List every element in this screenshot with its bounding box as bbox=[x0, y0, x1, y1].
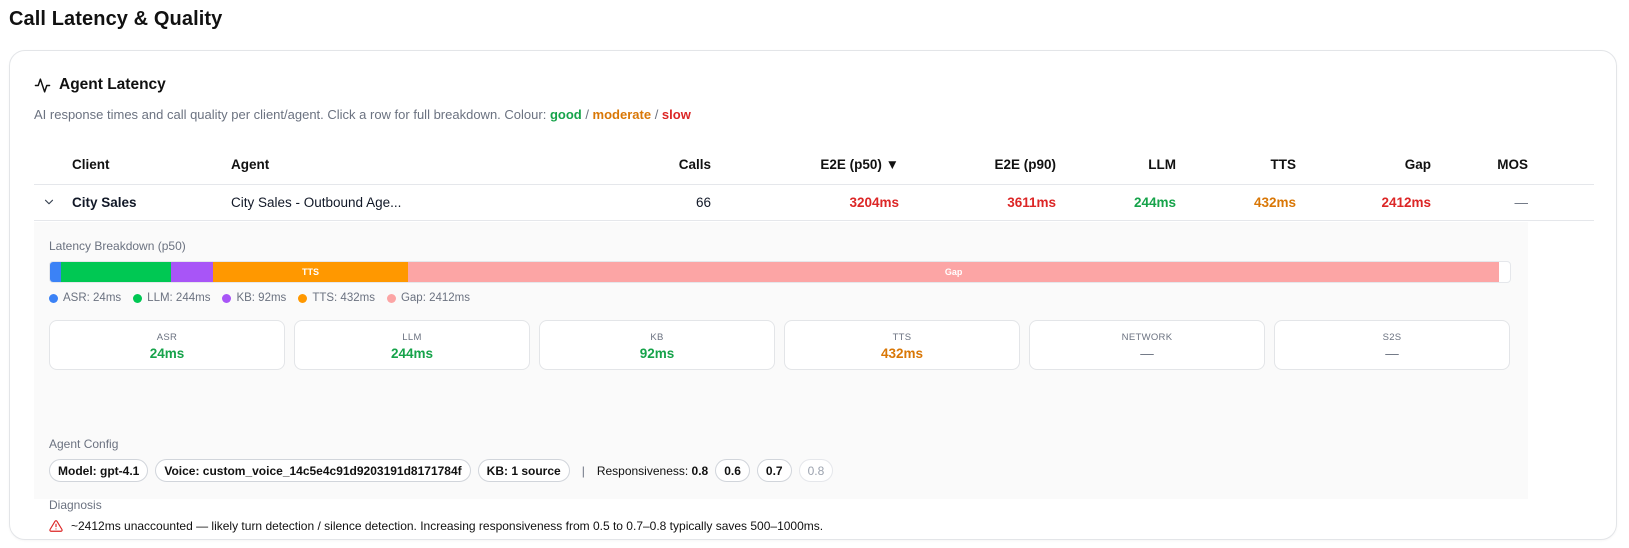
legend-dot bbox=[222, 293, 232, 303]
model-chip: Model: gpt-4.1 bbox=[49, 459, 149, 482]
tile-label: KB bbox=[650, 332, 664, 343]
cell-e2e-p50: 3204ms bbox=[849, 195, 899, 210]
responsiveness-text: Responsiveness: bbox=[596, 463, 689, 478]
activity-icon bbox=[34, 77, 51, 93]
legend-good: good bbox=[549, 107, 582, 122]
tile-label: S2S bbox=[1382, 332, 1402, 343]
legend-item: Gap: 2412ms bbox=[386, 292, 470, 304]
latency-breakdown-bar: TTS Gap bbox=[49, 261, 1511, 283]
col-e2e-p90[interactable]: E2E (p90) bbox=[994, 157, 1056, 172]
bar-segment-asr bbox=[50, 262, 61, 282]
cell-llm: 244ms bbox=[1133, 195, 1176, 210]
tile-label: TTS bbox=[892, 332, 912, 343]
legend-dot bbox=[133, 293, 143, 303]
legend-text: TTS: 432ms bbox=[312, 292, 375, 304]
metric-tile-llm: LLM 244ms bbox=[294, 320, 530, 370]
row-detail-panel: Latency Breakdown (p50) TTS Gap ASR: 24ms… bbox=[34, 222, 1528, 533]
legend-item: KB: 92ms bbox=[222, 292, 286, 304]
responsiveness-option-0-6[interactable]: 0.6 bbox=[715, 459, 750, 482]
legend-item: TTS: 432ms bbox=[298, 292, 375, 304]
legend-text: KB: 92ms bbox=[236, 292, 287, 304]
tile-value: 24ms bbox=[149, 346, 185, 361]
col-e2e-p50[interactable]: E2E (p50) ▼ bbox=[820, 157, 899, 172]
voice-chip: Voice: custom_voice_14c5e4c91d9203191d81… bbox=[155, 459, 471, 482]
card-description: AI response times and call quality per c… bbox=[34, 107, 691, 122]
legend-text: LLM: 244ms bbox=[147, 292, 211, 304]
col-client[interactable]: Client bbox=[72, 157, 110, 172]
cell-agent: City Sales - Outbound Age... bbox=[231, 195, 402, 210]
component-tiles: ASR 24ms LLM 244ms KB 92ms TTS 432ms NETWORK — S2S… bbox=[49, 320, 1510, 370]
legend-dot bbox=[298, 293, 308, 303]
cell-mos: — bbox=[1514, 195, 1529, 210]
bar-segment-gap: Gap bbox=[408, 262, 1500, 282]
tile-label: LLM bbox=[402, 332, 422, 343]
bar-segment-llm bbox=[60, 262, 172, 282]
table-header: Client Agent Calls E2E (p50) ▼ E2E (p90)… bbox=[34, 145, 1594, 185]
legend-slash: / bbox=[651, 107, 662, 122]
diagnosis-text: ~2412ms unaccounted — likely turn detect… bbox=[71, 519, 824, 533]
legend-text: Gap: 2412ms bbox=[400, 292, 470, 304]
tile-label: ASR bbox=[156, 332, 178, 343]
legend-dot bbox=[386, 293, 396, 303]
cell-client: City Sales bbox=[72, 195, 137, 210]
config-title: Agent Config bbox=[49, 437, 119, 451]
bar-segment-kb bbox=[171, 262, 213, 282]
warning-icon bbox=[49, 520, 63, 532]
tile-value: 92ms bbox=[639, 346, 675, 361]
tile-value: 432ms bbox=[880, 346, 924, 361]
tile-value: 244ms bbox=[390, 346, 434, 361]
card-header: Agent Latency bbox=[34, 76, 166, 94]
legend-item: LLM: 244ms bbox=[133, 292, 210, 304]
col-llm[interactable]: LLM bbox=[1148, 157, 1176, 172]
breakdown-legend: ASR: 24ms LLM: 244ms KB: 92ms TTS: 432ms Gap… bbox=[49, 292, 470, 304]
chevron-down-icon[interactable] bbox=[42, 195, 56, 209]
kb-chip: KB: 1 source bbox=[477, 459, 570, 482]
col-mos[interactable]: MOS bbox=[1497, 157, 1528, 172]
card-title: Agent Latency bbox=[59, 76, 166, 93]
legend-slash: / bbox=[581, 107, 593, 122]
responsiveness-label: Responsiveness: 0.8 bbox=[597, 464, 708, 478]
col-tts[interactable]: TTS bbox=[1271, 157, 1297, 172]
metric-tile-kb: KB 92ms bbox=[539, 320, 775, 370]
responsiveness-value: 0.8 bbox=[691, 463, 709, 478]
tile-value: — bbox=[1140, 346, 1154, 361]
responsiveness-option-0-7[interactable]: 0.7 bbox=[756, 459, 792, 482]
legend-text: ASR: 24ms bbox=[63, 292, 122, 304]
diagnosis-message: ~2412ms unaccounted — likely turn detect… bbox=[49, 519, 823, 533]
cell-tts: 432ms bbox=[1253, 195, 1296, 210]
table-row[interactable]: City Sales City Sales - Outbound Age... … bbox=[34, 185, 1594, 221]
legend-slow: slow bbox=[661, 107, 691, 122]
col-gap[interactable]: Gap bbox=[1405, 157, 1431, 172]
config-chips: Model: gpt-4.1 Voice: custom_voice_14c5e… bbox=[49, 459, 834, 482]
bar-segment-tts: TTS bbox=[212, 262, 409, 282]
cell-gap: 2412ms bbox=[1381, 195, 1431, 210]
cell-calls: 66 bbox=[695, 195, 711, 210]
diagnosis-title: Diagnosis bbox=[49, 498, 102, 512]
legend-dot bbox=[49, 293, 58, 303]
tile-value: — bbox=[1385, 346, 1399, 361]
breakdown-title: Latency Breakdown (p50) bbox=[49, 239, 186, 253]
metric-tile-s2s: S2S — bbox=[1274, 320, 1510, 370]
tile-label: NETWORK bbox=[1121, 332, 1173, 343]
col-calls[interactable]: Calls bbox=[679, 157, 711, 172]
metric-tile-tts: TTS 432ms bbox=[784, 320, 1020, 370]
metric-tile-network: NETWORK — bbox=[1029, 320, 1265, 370]
cell-e2e-p90: 3611ms bbox=[1007, 195, 1056, 210]
page-title: Call Latency & Quality bbox=[9, 8, 223, 30]
legend-moderate: moderate bbox=[592, 107, 652, 122]
metric-tile-asr: ASR 24ms bbox=[49, 320, 285, 370]
col-agent[interactable]: Agent bbox=[231, 157, 269, 172]
agent-latency-card: Agent Latency AI response times and call… bbox=[9, 50, 1617, 540]
config-separator: | bbox=[581, 463, 585, 478]
responsiveness-option-0-8[interactable]: 0.8 bbox=[798, 459, 834, 482]
description-text: AI response times and call quality per c… bbox=[34, 107, 547, 122]
legend-item: ASR: 24ms bbox=[49, 292, 121, 304]
